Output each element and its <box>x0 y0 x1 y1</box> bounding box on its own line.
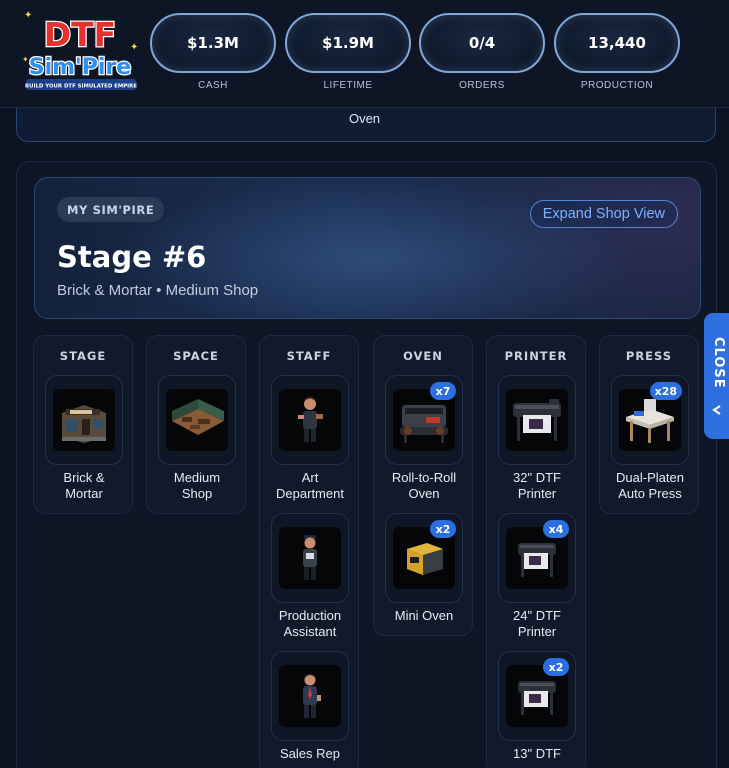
item-tile[interactable] <box>271 651 349 741</box>
item-tile[interactable]: x28 <box>611 375 689 465</box>
item-production-assistant[interactable]: Production Assistant <box>271 513 349 640</box>
orders-value: 0/4 <box>419 13 545 73</box>
item-label: Sales Rep <box>280 746 340 761</box>
item-label: Brick & Mortar <box>63 470 105 501</box>
svg-text:Sim'Pire: Sim'Pire <box>29 55 131 80</box>
item-tile[interactable]: x7 <box>385 375 463 465</box>
item-tile[interactable]: x2 <box>385 513 463 603</box>
column-space: SPACE Medium Shop <box>146 335 246 514</box>
stage-card: MY SIM'PIRE Expand Shop View Stage #6 Br… <box>34 177 701 319</box>
quantity-badge: x2 <box>543 658 569 676</box>
item-dual-platen-auto-press[interactable]: x28 Dual-Platen Auto Press <box>611 375 689 502</box>
column-header: SPACE <box>173 349 219 363</box>
lifetime-value: $1.9M <box>285 13 411 73</box>
quantity-badge: x7 <box>430 382 456 400</box>
column-header: PRESS <box>625 349 673 363</box>
item-label: Medium Shop <box>173 470 221 501</box>
svg-text:DTF: DTF <box>44 15 116 54</box>
item-label: Production Assistant <box>278 608 342 639</box>
item-label: Mini Oven <box>394 608 454 623</box>
stat-orders: 0/4 ORDERS <box>419 13 545 91</box>
sales-staff-icon <box>279 665 341 727</box>
production-value: 13,440 <box>554 13 680 73</box>
column-oven: OVEN x7 Roll-to-Roll Oven x2 Mini Oven <box>373 335 473 636</box>
item-13-dtf-printer[interactable]: x2 13" DTF <box>498 651 576 762</box>
item-tile[interactable]: x4 <box>498 513 576 603</box>
stage-title: Stage #6 <box>57 240 207 274</box>
svg-text:✦: ✦ <box>24 10 32 21</box>
workshop-room-icon <box>166 389 228 451</box>
item-32-dtf-printer[interactable]: 32" DTF Printer <box>498 375 576 502</box>
stat-production: 13,440 PRODUCTION <box>554 13 680 91</box>
my-simpire-badge: MY SIM'PIRE <box>57 197 165 222</box>
orders-label: ORDERS <box>459 80 505 91</box>
quantity-badge: x28 <box>649 382 682 400</box>
close-panel-tab[interactable]: CLOSE <box>704 313 729 439</box>
column-header: STAFF <box>286 349 332 363</box>
stat-cash: $1.3M CASH <box>150 13 276 91</box>
storefront-icon <box>53 389 115 451</box>
dtf-simpire-logo: ✦ ✦ ✦ DTF Sim'Pire BUILD YOUR DTF SIMULA… <box>14 10 144 96</box>
upper-panel-text: Oven <box>348 111 381 126</box>
quantity-badge: x4 <box>543 520 569 538</box>
cash-value: $1.3M <box>150 13 276 73</box>
stage-subtitle: Brick & Mortar • Medium Shop <box>57 282 259 299</box>
item-label: Dual-Platen Auto Press <box>616 470 684 501</box>
column-stage: STAGE Brick & Mortar <box>33 335 133 514</box>
game-screen: Oven ✦ ✦ ✦ DTF Sim'Pire BUILD YOUR DTF S… <box>0 0 729 768</box>
item-label: 13" DTF <box>513 746 561 761</box>
svg-text:✦: ✦ <box>130 42 138 53</box>
item-label: Roll-to-Roll Oven <box>391 470 457 501</box>
item-roll-to-roll-oven[interactable]: x7 Roll-to-Roll Oven <box>385 375 463 502</box>
close-label: CLOSE <box>711 337 726 389</box>
svg-text:BUILD YOUR DTF SIMULATED EMPIR: BUILD YOUR DTF SIMULATED EMPIRE <box>25 84 137 90</box>
cash-label: CASH <box>198 80 228 91</box>
item-art-department[interactable]: Art Department <box>271 375 349 502</box>
quantity-badge: x2 <box>430 520 456 538</box>
item-label: Art Department <box>276 470 344 501</box>
item-mini-oven[interactable]: x2 Mini Oven <box>385 513 463 624</box>
stat-lifetime: $1.9M LIFETIME <box>285 13 411 91</box>
item-tile[interactable] <box>271 375 349 465</box>
column-printer: PRINTER 32" DTF Printer x4 24" DTF Print… <box>486 335 586 768</box>
item-24-dtf-printer[interactable]: x4 24" DTF Printer <box>498 513 576 640</box>
column-header: OVEN <box>403 349 443 363</box>
item-tile[interactable]: x2 <box>498 651 576 741</box>
expand-shop-view-button[interactable]: Expand Shop View <box>529 200 678 228</box>
column-header: PRINTER <box>504 349 568 363</box>
artist-staff-icon <box>279 389 341 451</box>
assistant-staff-icon <box>279 527 341 589</box>
column-staff: STAFF Art Department Production Assistan… <box>259 335 359 768</box>
column-header: STAGE <box>59 349 107 363</box>
item-tile[interactable] <box>158 375 236 465</box>
item-tile[interactable] <box>498 375 576 465</box>
item-medium-shop[interactable]: Medium Shop <box>158 375 236 502</box>
column-press: PRESS x28 Dual-Platen Auto Press <box>599 335 699 514</box>
item-brick-mortar[interactable]: Brick & Mortar <box>45 375 123 502</box>
item-tile[interactable] <box>45 375 123 465</box>
item-tile[interactable] <box>271 513 349 603</box>
large-printer-icon <box>506 389 568 451</box>
chevron-left-icon <box>712 405 721 415</box>
production-label: PRODUCTION <box>580 80 654 91</box>
item-label: 32" DTF Printer <box>513 470 561 501</box>
item-label: 24" DTF Printer <box>513 608 561 639</box>
item-sales-rep[interactable]: Sales Rep <box>271 651 349 762</box>
lifetime-label: LIFETIME <box>323 80 373 91</box>
top-bar: ✦ ✦ ✦ DTF Sim'Pire BUILD YOUR DTF SIMULA… <box>0 0 729 108</box>
